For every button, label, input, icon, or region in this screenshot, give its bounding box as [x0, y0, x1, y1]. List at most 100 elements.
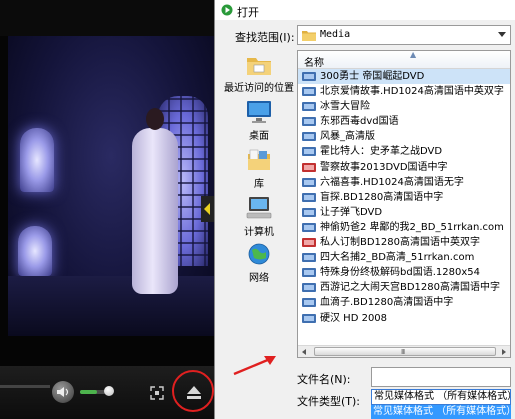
video-file-icon [302, 268, 316, 278]
player-top-bar [0, 0, 214, 36]
file-type-label: 文件类型(T): [297, 395, 361, 408]
column-header-label: 名称 [304, 58, 324, 69]
place-label: 网络 [249, 273, 269, 284]
folder-icon [302, 31, 316, 41]
video-file-icon [302, 283, 316, 293]
video-floor [8, 276, 214, 336]
scrollbar-grip: III [401, 348, 405, 356]
place-label: 计算机 [244, 227, 274, 238]
app-icon [221, 4, 233, 16]
file-name: 西游记之大闹天宫BD1280高清国语中字 [320, 282, 501, 294]
video-file-icon [302, 192, 316, 202]
volume-slider-fill [80, 390, 97, 394]
rm-file-icon [302, 238, 316, 248]
libraries-icon [248, 149, 270, 170]
file-row[interactable]: 让子弹飞DVD [298, 205, 510, 220]
file-name-label: 文件名(N): [297, 373, 351, 386]
video-file-icon [302, 132, 316, 142]
network-icon [248, 243, 270, 265]
file-row[interactable]: 霍比特人：史矛革之战DVD [298, 144, 510, 159]
speaker-icon [57, 387, 69, 397]
file-rows: 300勇士 帝国崛起DVD 北京爱情故事.HD1024高清国语中英双字 冰雪大冒… [298, 69, 510, 326]
file-name: 冰雪大冒险 [320, 101, 370, 113]
file-row[interactable]: 神偷奶爸2 卑鄙的我2_BD_51rrkan.com [298, 220, 510, 235]
file-name: 盲探.BD1280高清国语中字 [320, 191, 444, 203]
column-header-name[interactable]: ▲ 名称 [298, 51, 510, 69]
video-file-icon [302, 313, 316, 323]
place-recent[interactable]: 最近访问的位置 [221, 54, 297, 94]
file-name: 让子弹飞DVD [320, 206, 383, 218]
panel-toggle-tab[interactable] [201, 196, 214, 222]
file-row[interactable]: 冰雪大冒险 [298, 99, 510, 114]
annotation-red-circle [172, 370, 214, 412]
video-file-icon [302, 253, 316, 263]
fullscreen-icon[interactable] [150, 386, 164, 400]
dialog-title: 打开 [237, 6, 259, 19]
video-file-icon [302, 87, 316, 97]
file-row[interactable]: 东邪西毒dvd国语 [298, 114, 510, 129]
video-window-light [18, 226, 52, 276]
sort-ascending-icon: ▲ [410, 50, 417, 59]
video-file-icon [302, 298, 316, 308]
file-name-field[interactable] [371, 367, 511, 387]
video-figure [128, 108, 182, 294]
seek-bar[interactable] [0, 385, 50, 388]
file-name: 霍比特人：史矛革之战DVD [320, 146, 443, 158]
file-name: 特殊身份终极解码bd国语.1280x54 [320, 267, 480, 279]
volume-button[interactable] [52, 381, 74, 403]
file-row[interactable]: 盲探.BD1280高清国语中字 [298, 190, 510, 205]
video-file-icon [302, 177, 316, 187]
desktop-icon [247, 101, 271, 123]
file-row[interactable]: 血滴子.BD1280高清国语中字 [298, 295, 510, 310]
video-file-icon [302, 117, 316, 127]
file-name: 六福喜事.HD1024高清国语无字 [320, 176, 464, 188]
place-network[interactable]: 网络 [221, 242, 297, 284]
file-name: 四大名捕2_BD高清_51rrkan.com [320, 252, 475, 264]
file-name: 北京爱情故事.HD1024高清国语中英双字 [320, 86, 504, 98]
video-file-icon [302, 222, 316, 232]
file-type-dropdown[interactable]: 常见媒体格式 （所有媒体格式） [371, 389, 511, 405]
scrollbar-thumb[interactable]: III [314, 347, 496, 356]
place-label: 库 [254, 179, 264, 190]
chevron-down-icon [498, 32, 506, 37]
file-name: 私人订制BD1280高清国语中英双字 [320, 237, 481, 249]
file-row[interactable]: 警察故事2013DVD国语中字 [298, 160, 510, 175]
file-name: 风暴_高清版 [320, 131, 375, 143]
dialog-title-bar: 打开 [215, 0, 515, 20]
place-computer[interactable]: 计算机 [221, 196, 297, 238]
video-file-icon [302, 72, 316, 81]
place-desktop[interactable]: 桌面 [221, 100, 297, 142]
look-in-value: Media [320, 29, 351, 40]
video-frame[interactable] [8, 36, 214, 336]
file-type-option-highlighted[interactable]: 常见媒体格式 （所有媒体格式） [371, 405, 511, 419]
file-row[interactable]: 风暴_高清版 [298, 129, 510, 144]
file-row[interactable]: 硬汉 HD 2008 [298, 311, 510, 326]
look-in-dropdown[interactable]: Media [297, 25, 511, 45]
file-row[interactable]: 六福喜事.HD1024高清国语无字 [298, 175, 510, 190]
file-name: 东邪西毒dvd国语 [320, 116, 399, 128]
place-libraries[interactable]: 库 [221, 148, 297, 190]
chevron-left-icon [204, 203, 210, 215]
annotation-arrow-icon [233, 356, 276, 376]
computer-icon [246, 197, 272, 219]
file-row[interactable]: 300勇士 帝国崛起DVD [298, 69, 510, 85]
file-name: 神偷奶爸2 卑鄙的我2_BD_51rrkan.com [320, 221, 504, 233]
file-name: 300勇士 帝国崛起DVD [320, 71, 425, 82]
file-row[interactable]: 北京爱情故事.HD1024高清国语中英双字 [298, 84, 510, 99]
video-file-icon [302, 207, 316, 217]
look-in-label: 查找范围(I): [235, 31, 295, 44]
rm-file-icon [302, 162, 316, 172]
file-list[interactable]: ▲ 名称 300勇士 帝国崛起DVD 北京爱情故事.HD1024高清国语中英双字… [297, 50, 511, 358]
horizontal-scrollbar[interactable]: III [298, 345, 510, 357]
file-row[interactable]: 特殊身份终极解码bd国语.1280x54 [298, 265, 510, 280]
file-row[interactable]: 私人订制BD1280高清国语中英双字 [298, 235, 510, 250]
file-row[interactable]: 四大名捕2_BD高清_51rrkan.com [298, 250, 510, 265]
file-row[interactable]: 西游记之大闹天宫BD1280高清国语中字 [298, 280, 510, 295]
video-player [0, 0, 214, 419]
video-window-light [20, 128, 54, 192]
place-label: 最近访问的位置 [224, 83, 294, 94]
volume-slider-knob[interactable] [104, 386, 114, 396]
scroll-left-icon[interactable] [299, 347, 309, 357]
places-bar: 最近访问的位置 桌面 库 计算机 网络 [221, 50, 297, 290]
scroll-right-icon[interactable] [499, 347, 509, 357]
